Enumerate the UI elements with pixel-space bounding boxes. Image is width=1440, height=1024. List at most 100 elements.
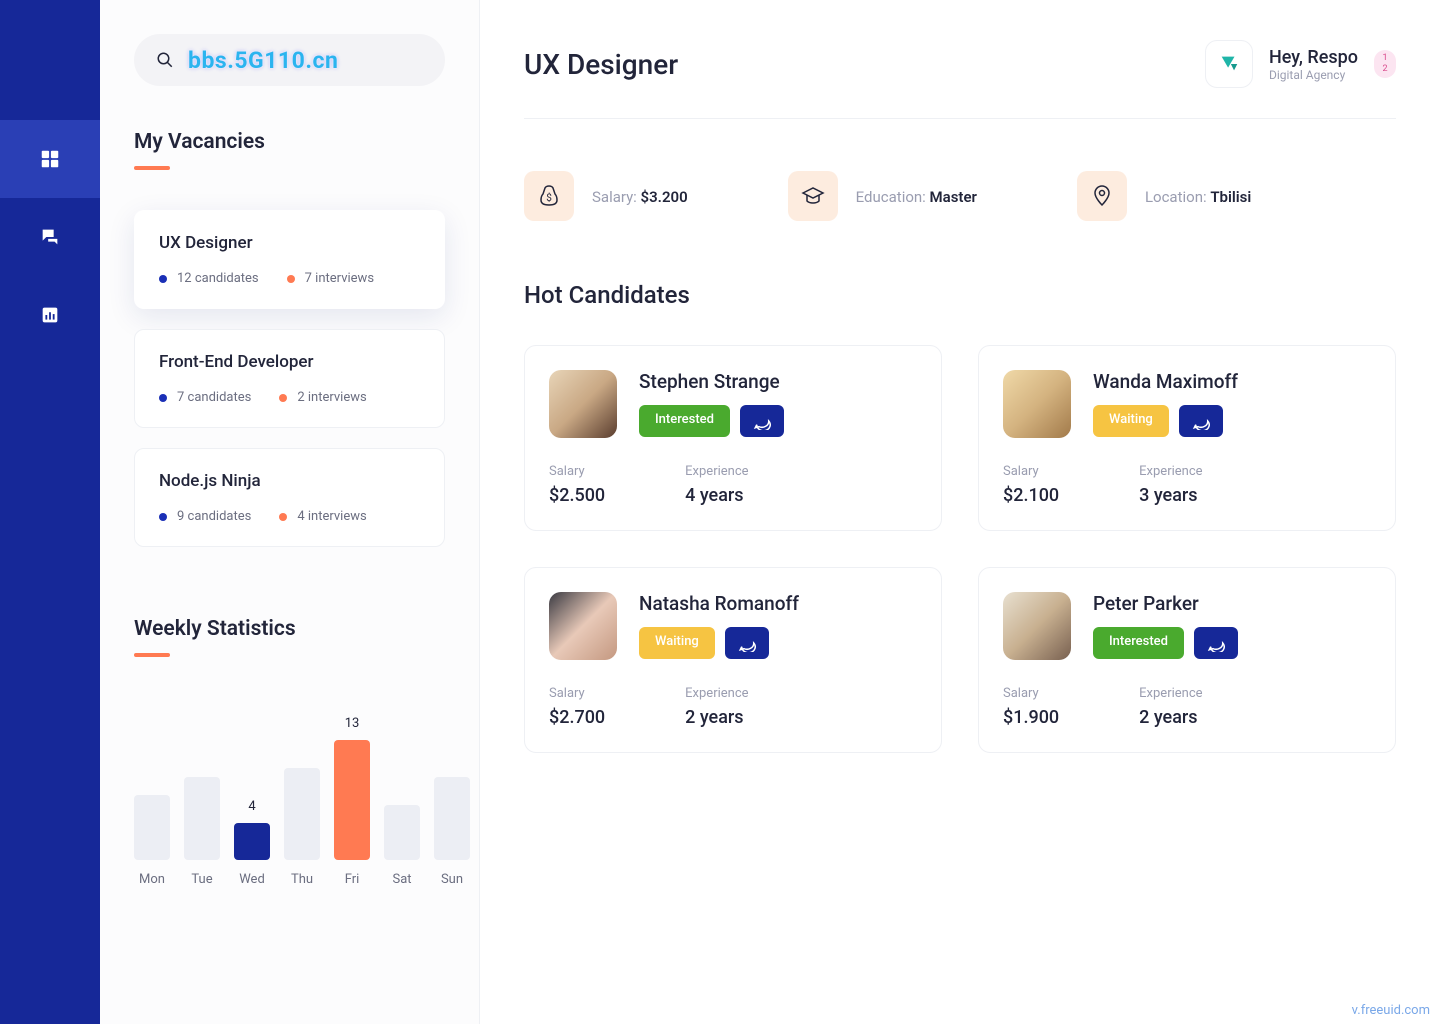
chart-bar[interactable]: 13 Fri (334, 716, 370, 887)
info-location: Location: Tbilisi (1077, 171, 1251, 221)
status-badge: Interested (1093, 627, 1184, 659)
nav-dashboard[interactable] (0, 120, 100, 198)
chat-button[interactable] (740, 405, 784, 437)
experience-value: 3 years (1139, 485, 1202, 506)
candidate-card[interactable]: Peter Parker Interested Salary $1.900 Exp… (978, 567, 1396, 753)
experience-value: 4 years (685, 485, 748, 506)
bar-day: Wed (239, 872, 265, 887)
chart-bar[interactable]: Sun (434, 753, 470, 887)
candidate-card[interactable]: Natasha Romanoff Waiting Salary$2.700 Ex… (524, 567, 942, 753)
vacancy-title: UX Designer (159, 233, 420, 253)
bar-day: Mon (139, 872, 165, 887)
bar-day: Tue (191, 872, 212, 887)
nav-messages[interactable] (0, 198, 100, 276)
chat-button[interactable] (1194, 627, 1238, 659)
search-watermark: bbs.5G110.cn (188, 47, 338, 74)
status-badge: Waiting (1093, 405, 1169, 437)
salary-value: $2.100 (1003, 485, 1059, 506)
info-salary: $ Salary: $3.200 (524, 171, 688, 221)
interviews-count: 4 interviews (279, 509, 366, 524)
experience-label: Experience (1139, 686, 1202, 701)
nav-analytics[interactable] (0, 276, 100, 354)
bar-day: Sat (392, 872, 411, 887)
location-label: Location: (1145, 188, 1210, 206)
chat-icon (39, 226, 61, 248)
chat-button[interactable] (1179, 405, 1223, 437)
candidates-count: 12 candidates (159, 271, 259, 286)
status-badge: Interested (639, 405, 730, 437)
experience-value: 2 years (1139, 707, 1202, 728)
chart-bar[interactable]: 4 Wed (234, 799, 270, 887)
avatar (1003, 370, 1071, 438)
underline (134, 653, 170, 657)
vacancy-title: Node.js Ninja (159, 471, 420, 491)
candidates-count: 9 candidates (159, 509, 251, 524)
vacancy-card[interactable]: Node.js Ninja 9 candidates 4 interviews (134, 448, 445, 547)
bar-day: Sun (441, 872, 463, 887)
salary-label: Salary: (592, 188, 641, 206)
candidates-count: 7 candidates (159, 390, 251, 405)
main-content: UX Designer Hey, Respo Digital Agency 1 … (480, 0, 1440, 1024)
money-icon: $ (524, 171, 574, 221)
message-icon (1207, 634, 1225, 652)
avatar (549, 592, 617, 660)
message-icon (1192, 412, 1210, 430)
bar-day: Fri (345, 872, 360, 887)
info-row: $ Salary: $3.200 Education: Master Locat… (524, 131, 1396, 281)
stats-title: Weekly Statistics (134, 617, 445, 641)
svg-text:$: $ (546, 191, 552, 204)
avatar (549, 370, 617, 438)
interviews-count: 2 interviews (279, 390, 366, 405)
experience-label: Experience (685, 686, 748, 701)
candidate-card[interactable]: Wanda Maximoff Waiting Salary$2.100 Expe… (978, 345, 1396, 531)
salary-value: $3.200 (641, 188, 688, 206)
company-logo (1205, 40, 1253, 88)
salary-label: Salary (549, 464, 605, 479)
salary-value: $1.900 (1003, 707, 1059, 728)
candidates-grid: Stephen Strange Interested Salary$2.500 … (524, 345, 1396, 753)
footer-watermark: v.freeuid.com (1352, 1003, 1430, 1018)
vacancy-card[interactable]: Front-End Developer 7 candidates 2 inter… (134, 329, 445, 428)
search-input[interactable]: bbs.5G110.cn (134, 34, 445, 86)
search-icon (156, 51, 174, 69)
underline (134, 166, 170, 170)
experience-value: 2 years (685, 707, 748, 728)
user-role: Digital Agency (1269, 68, 1358, 82)
avatar (1003, 592, 1071, 660)
grid-icon (39, 148, 61, 170)
salary-label: Salary (549, 686, 605, 701)
logo-icon (1218, 53, 1240, 75)
education-value: Master (930, 188, 977, 206)
page-title: UX Designer (524, 48, 678, 81)
user-greeting: Hey, Respo (1269, 47, 1358, 68)
candidate-card[interactable]: Stephen Strange Interested Salary$2.500 … (524, 345, 942, 531)
candidate-name: Natasha Romanoff (639, 592, 799, 615)
candidate-name: Wanda Maximoff (1093, 370, 1238, 393)
vacancies-title: My Vacancies (134, 130, 445, 154)
status-badge: Waiting (639, 627, 715, 659)
interviews-count: 7 interviews (287, 271, 374, 286)
chart-bar[interactable]: Tue (184, 753, 220, 887)
location-value: Tbilisi (1210, 188, 1251, 206)
salary-label: Salary (1003, 686, 1059, 701)
chart-bar[interactable]: Mon (134, 771, 170, 887)
chart-bar[interactable]: Thu (284, 744, 320, 887)
notification-badge[interactable]: 1 2 (1374, 50, 1396, 78)
user-block[interactable]: Hey, Respo Digital Agency 1 2 (1205, 40, 1396, 88)
bar-value: 4 (248, 799, 255, 817)
experience-label: Experience (685, 464, 748, 479)
salary-value: $2.500 (549, 485, 605, 506)
vacancy-title: Front-End Developer (159, 352, 420, 372)
main-header: UX Designer Hey, Respo Digital Agency 1 … (524, 40, 1396, 119)
chart-bar[interactable]: Sat (384, 781, 420, 887)
location-icon (1077, 171, 1127, 221)
bar-value: 13 (345, 716, 360, 734)
message-icon (738, 634, 756, 652)
candidate-name: Peter Parker (1093, 592, 1238, 615)
chat-button[interactable] (725, 627, 769, 659)
message-icon (753, 412, 771, 430)
vacancy-card[interactable]: UX Designer 12 candidates 7 interviews (134, 210, 445, 309)
weekly-chart: Mon Tue4 Wed Thu13 Fri Sat Sun (134, 697, 445, 887)
vacancies-list: UX Designer 12 candidates 7 interviews F… (134, 210, 445, 547)
info-education: Education: Master (788, 171, 977, 221)
